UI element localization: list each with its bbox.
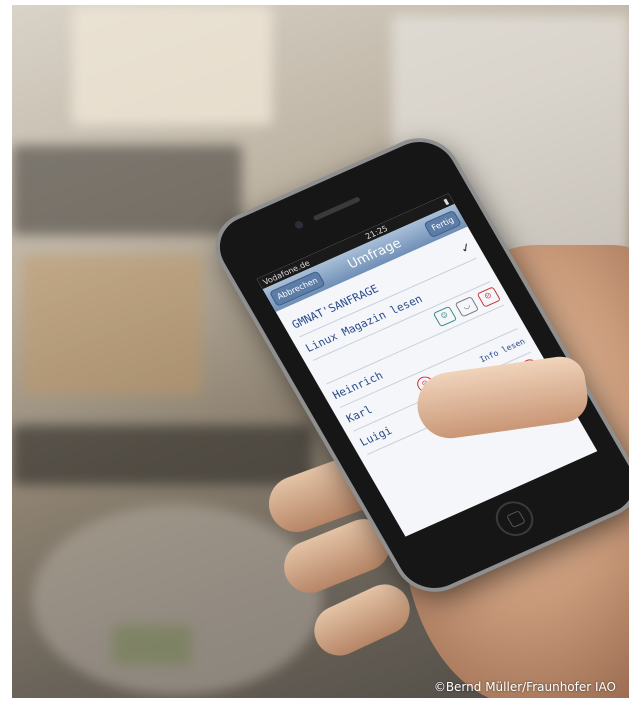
participant-name: Luigi [357, 423, 395, 449]
participant-name: Karl [343, 402, 375, 425]
background-light-blur [72, 5, 272, 125]
front-camera-icon [293, 219, 305, 231]
neutral-face-icon[interactable]: ◡ [454, 296, 480, 318]
background-round-blur [32, 505, 322, 695]
home-button [489, 495, 541, 542]
happy-face-icon[interactable]: ☺ [432, 305, 458, 328]
background-machine-blur [12, 145, 242, 235]
background-dark-blur [12, 425, 312, 485]
battery-icon: ▮ [441, 196, 451, 206]
checkmark-icon: ✓ [458, 239, 474, 257]
sad-face-icon[interactable]: ☹ [476, 286, 502, 308]
photo-frame: Vodafone.de 21:25 ▮ Abbrechen Umfrage Fe… [12, 5, 629, 698]
photo-credit: ©Bernd Müller/Fraunhofer IAO [433, 680, 616, 694]
background-warm-blur [22, 255, 202, 395]
background-green-blur [112, 625, 192, 665]
earpiece-speaker [312, 196, 361, 222]
